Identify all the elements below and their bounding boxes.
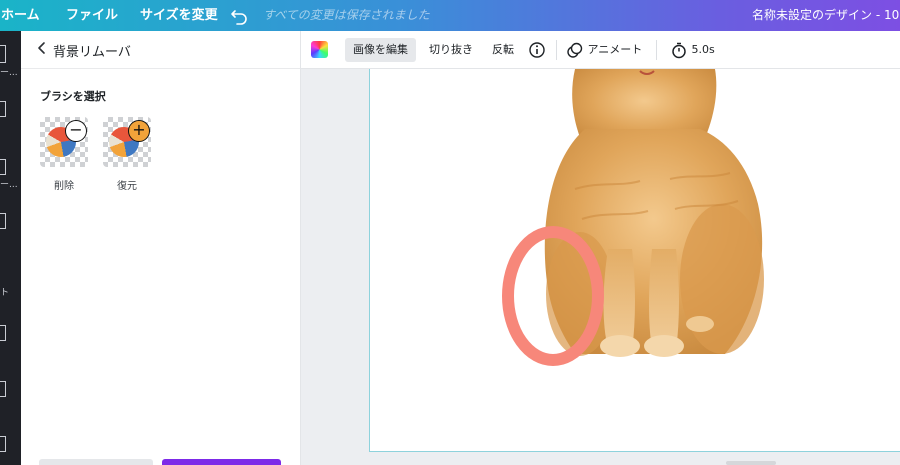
restore-brush-icon: +: [128, 120, 150, 142]
editor-toolbar: 画像を編集 切り抜き 反転 アニメート 5.0s: [301, 31, 900, 69]
save-status: すべての変更は保存されました: [263, 8, 430, 22]
info-icon[interactable]: [528, 38, 546, 62]
rail-item[interactable]: [0, 213, 21, 229]
rail-item[interactable]: ト: [0, 285, 21, 298]
document-title[interactable]: 名称未設定のデザイン - 1024: [752, 0, 900, 31]
panel-header: 背景リムーバ: [21, 31, 300, 69]
home-menu[interactable]: ホーム: [1, 0, 40, 31]
design-page[interactable]: [369, 69, 900, 452]
rail-item[interactable]: [0, 101, 21, 117]
panel-title[interactable]: 背景リムーバ: [53, 41, 131, 60]
rail-item[interactable]: ー...: [0, 45, 21, 78]
cat-image[interactable]: [370, 69, 900, 452]
horizontal-scrollbar[interactable]: [726, 461, 776, 465]
animate-icon: [567, 42, 583, 58]
rail-item[interactable]: [0, 436, 21, 452]
toolbar-divider: [556, 40, 557, 60]
timer-icon: [672, 42, 686, 59]
primary-button-edge[interactable]: [162, 459, 281, 465]
canvas-area: [301, 69, 900, 465]
erase-brush-label: 削除: [54, 181, 74, 192]
animate-label: アニメート: [587, 43, 643, 56]
rail-item[interactable]: ー...: [0, 159, 21, 190]
rail-item[interactable]: [0, 381, 21, 397]
file-menu[interactable]: ファイル: [66, 0, 118, 31]
erase-brush-icon: −: [65, 120, 87, 142]
toolbar-divider: [656, 40, 657, 60]
secondary-button-edge[interactable]: [39, 459, 153, 465]
erase-brush-button[interactable]: −: [40, 117, 88, 167]
flip-button[interactable]: 反転: [492, 38, 514, 62]
duration-label: 5.0s: [691, 43, 715, 56]
crop-button[interactable]: 切り抜き: [429, 38, 473, 62]
background-remover-panel: 背景リムーバ ブラシを選択 − 削除 + 復元: [21, 31, 301, 465]
restore-brush-button[interactable]: +: [103, 117, 151, 167]
top-menu-bar: ホーム ファイル サイズを変更 すべての変更は保存されました 名称未設定のデザイ…: [0, 0, 900, 31]
back-chevron-icon[interactable]: [37, 40, 47, 60]
undo-icon[interactable]: [230, 0, 248, 31]
animate-button[interactable]: アニメート: [566, 38, 642, 62]
resize-menu[interactable]: サイズを変更: [140, 0, 218, 31]
left-icon-rail: ー... ー... ト: [0, 31, 21, 465]
color-picker-icon[interactable]: [311, 41, 328, 58]
duration-button[interactable]: 5.0s: [670, 38, 715, 62]
edit-image-button[interactable]: 画像を編集: [345, 38, 416, 62]
rail-item[interactable]: [0, 325, 21, 341]
restore-brush-label: 復元: [117, 181, 137, 192]
brush-section-title: ブラシを選択: [40, 90, 106, 103]
